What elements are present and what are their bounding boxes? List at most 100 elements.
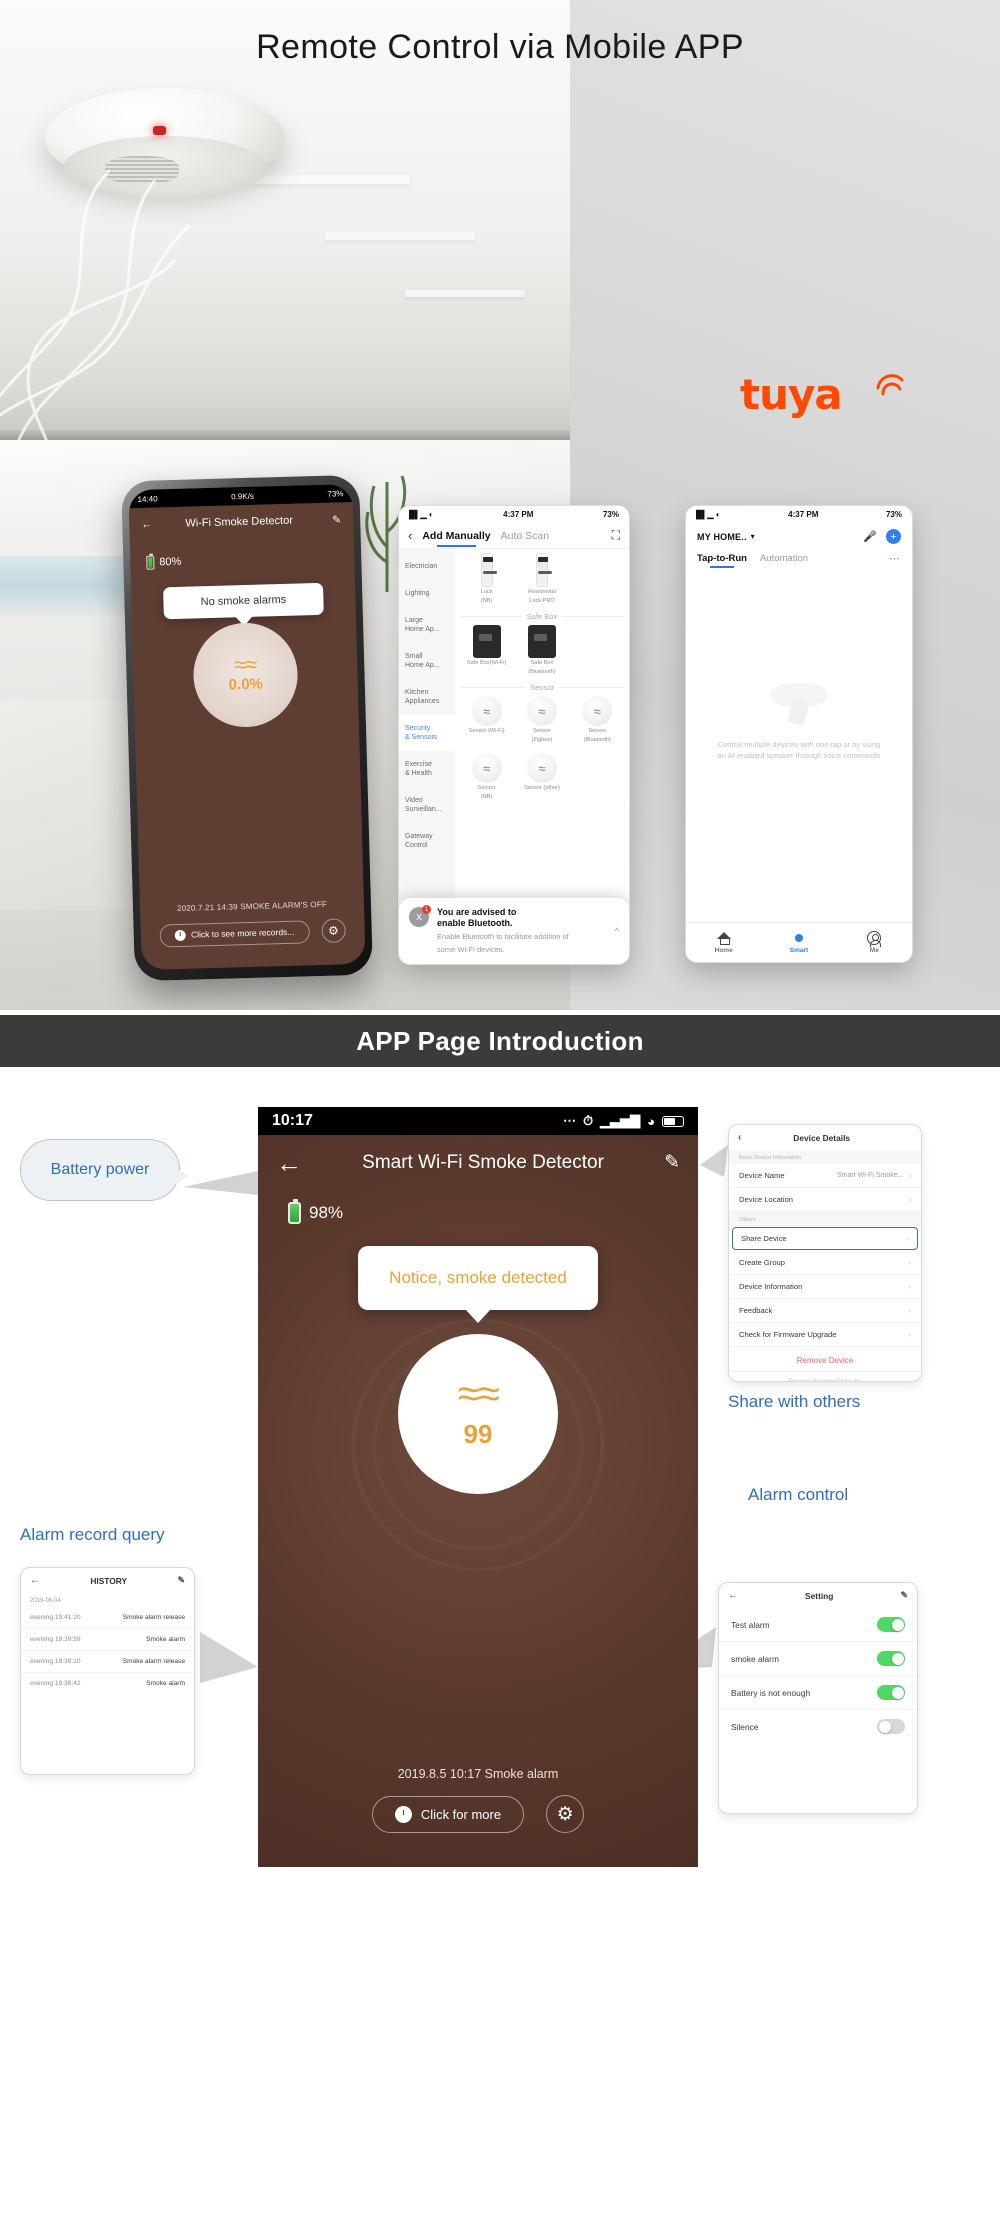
tab-automation[interactable]: Automation — [760, 553, 808, 564]
device-label: Residential — [528, 589, 556, 595]
sensor-icon: ≈ — [526, 696, 557, 726]
row-device-name[interactable]: Device Name Smart Wi-Fi Smoke... › — [729, 1164, 921, 1188]
clock-icon — [394, 1805, 412, 1823]
device-item[interactable]: Residential Lock PRO — [516, 553, 567, 605]
toggle-silence[interactable] — [877, 1719, 905, 1734]
panel-header: ← HISTORY ✎ — [21, 1568, 194, 1593]
banner-title: APP Page Introduction — [356, 1025, 644, 1056]
home-name[interactable]: MY HOME.. — [697, 532, 747, 542]
setting-row-test-alarm[interactable]: Test alarm — [719, 1608, 917, 1642]
panel-title: HISTORY — [90, 1575, 128, 1586]
history-time: evening 19:41:20 — [30, 1614, 81, 1621]
device-item[interactable]: Lock (NB) — [461, 553, 512, 605]
device-label: Safe Box — [530, 660, 554, 666]
row-firmware-upgrade[interactable]: Check for Firmware Upgrade › — [729, 1323, 921, 1347]
chevron-right-icon: › — [908, 1306, 912, 1315]
plus-icon[interactable]: + — [886, 529, 901, 544]
row-device-information[interactable]: Device Information › — [729, 1275, 921, 1299]
lock-device-icon — [480, 553, 497, 587]
status-network: 0.9K/s — [231, 491, 254, 501]
sidebar-item-video-surveillance[interactable]: Video Surveillan... — [399, 787, 455, 823]
nav-item-me[interactable]: Me — [837, 923, 912, 962]
microphone-icon[interactable]: 🎤 — [863, 530, 877, 543]
back-icon[interactable]: ← — [728, 1590, 738, 1601]
category-sidebar: Electrician Lighting Large Home Ap... Sm… — [399, 549, 455, 944]
remove-device-button[interactable]: Remove Device — [729, 1347, 921, 1371]
tab-auto-scan[interactable]: Auto Scan — [501, 530, 549, 542]
device-item-empty — [572, 553, 623, 605]
battery-indicator: 98% — [258, 1174, 698, 1224]
gear-icon: ⚙ — [556, 1803, 574, 1825]
sidebar-item-gateway-control[interactable]: Gateway Control — [399, 823, 455, 859]
sidebar-item-exercise-health[interactable]: Exercise & Health — [399, 751, 455, 787]
device-item[interactable]: ≈ Sensor (Bluetooth) — [572, 696, 623, 744]
setting-row-battery-low[interactable]: Battery is not enough — [719, 1676, 917, 1710]
nav-item-home[interactable]: Home — [686, 923, 761, 962]
pencil-icon[interactable]: ✎ — [332, 513, 342, 526]
chevron-right-icon: › — [908, 1195, 912, 1204]
row-create-group[interactable]: Create Group › — [729, 1251, 921, 1275]
status-battery: 73% — [327, 488, 344, 499]
toggle-smoke-alarm[interactable] — [877, 1651, 905, 1666]
sidebar-item-electrician[interactable]: Electrician — [399, 553, 455, 580]
device-item[interactable]: ≈ Sensor (NB) — [461, 753, 512, 801]
sidebar-item-lighting[interactable]: Lighting — [399, 580, 455, 607]
row-device-location[interactable]: Device Location › — [729, 1188, 921, 1212]
signal-icon: █▌▁ ◐ — [409, 510, 434, 519]
sidebar-item-kitchen-appliances[interactable]: Kitchen Appliances — [399, 679, 455, 715]
status-time: 10:17 — [272, 1112, 313, 1129]
settings-button[interactable]: ⚙ — [546, 1795, 585, 1833]
safe-box-icon — [472, 625, 501, 658]
battery-percent: 98% — [309, 1203, 344, 1222]
back-icon[interactable]: ← — [276, 1150, 302, 1176]
row-label: Device Name — [739, 1171, 785, 1180]
footer-actions: Click to see more records... ⚙ — [140, 918, 365, 948]
device-item[interactable]: Safe Box(Wi-Fi) — [461, 625, 512, 676]
sidebar-item-large-home-appliances[interactable]: Large Home Ap... — [399, 607, 455, 643]
device-sublabel: (NB) — [480, 794, 493, 800]
empty-state: Control multiple devices with one tap or… — [686, 565, 912, 761]
device-item[interactable]: ≈ Sensor (Zigbee) — [516, 696, 567, 744]
status-disc: ≈≈ 99 — [398, 1334, 558, 1494]
pencil-icon[interactable]: ✎ — [177, 1575, 185, 1586]
row-feedback[interactable]: Feedback › — [729, 1299, 921, 1323]
chevron-left-icon[interactable]: ‹ — [408, 528, 412, 543]
sidebar-item-small-home-appliances[interactable]: Small Home Ap... — [399, 643, 455, 679]
restore-factory-defaults-button[interactable]: Restore Factory Defaults — [729, 1371, 921, 1381]
pencil-icon[interactable]: ✎ — [664, 1151, 680, 1174]
chevron-down-icon[interactable]: ▾ — [751, 532, 755, 541]
callout-battery-power: Battery power — [20, 1139, 188, 1201]
nav-item-smart[interactable]: Smart — [761, 923, 836, 962]
device-item[interactable]: ≈ Sensor (Wi-Fi) — [461, 696, 512, 744]
settings-button[interactable]: ⚙ — [321, 918, 346, 943]
device-item[interactable]: ≈ Sensor (other) — [516, 753, 567, 801]
tab-add-manually[interactable]: Add Manually — [422, 530, 491, 547]
sidebar-item-security-sensors[interactable]: Security & Sensors — [399, 715, 455, 751]
section-banner: APP Page Introduction — [0, 1015, 1000, 1067]
setting-row-smoke-alarm[interactable]: smoke alarm — [719, 1642, 917, 1676]
more-records-button[interactable]: Click for more — [371, 1795, 525, 1833]
chevron-up-icon[interactable]: ^ — [615, 926, 619, 936]
battery-indicator: 80% — [130, 536, 355, 570]
tab-tap-to-run[interactable]: Tap-to-Run — [697, 553, 747, 568]
toggle-test-alarm[interactable] — [877, 1617, 905, 1632]
row-share-device[interactable]: Share Device › — [732, 1227, 918, 1250]
toggle-battery-low[interactable] — [877, 1685, 905, 1700]
back-icon[interactable]: ← — [30, 1575, 40, 1586]
ellipsis-icon[interactable]: ⋯ — [889, 552, 901, 565]
device-item[interactable]: Safe Box (Bluetooth) — [516, 625, 567, 676]
nav-label: Me — [869, 947, 879, 954]
qr-scan-icon[interactable]: ⛶ — [612, 528, 620, 543]
device-label: Lock — [480, 589, 493, 595]
app-introduction-section: Battery power 10:17 ⋯ ⏱ ▁▃▅▇ ◕ ← Smart W… — [0, 1067, 1000, 1927]
lock-device-icon — [535, 553, 552, 587]
history-row: evening 19:38:42 Smoke alarm — [21, 1673, 194, 1694]
bluetooth-advice-toast[interactable]: x 1 You are advised to enable Bluetooth.… — [399, 898, 629, 964]
phone-mockup-smart-scene: █▌▁ ◐ 4:37 PM 73% MY HOME.. ▾ 🎤 + Tap-to… — [685, 505, 913, 963]
pencil-icon[interactable]: ✎ — [900, 1590, 908, 1601]
device-sublabel: (NB) — [480, 598, 493, 604]
more-records-button[interactable]: Click to see more records... — [159, 919, 310, 948]
status-disc: ≈≈ 0.0% — [192, 621, 299, 729]
setting-row-silence[interactable]: Silence — [719, 1710, 917, 1743]
status-time: 4:37 PM — [788, 510, 819, 519]
